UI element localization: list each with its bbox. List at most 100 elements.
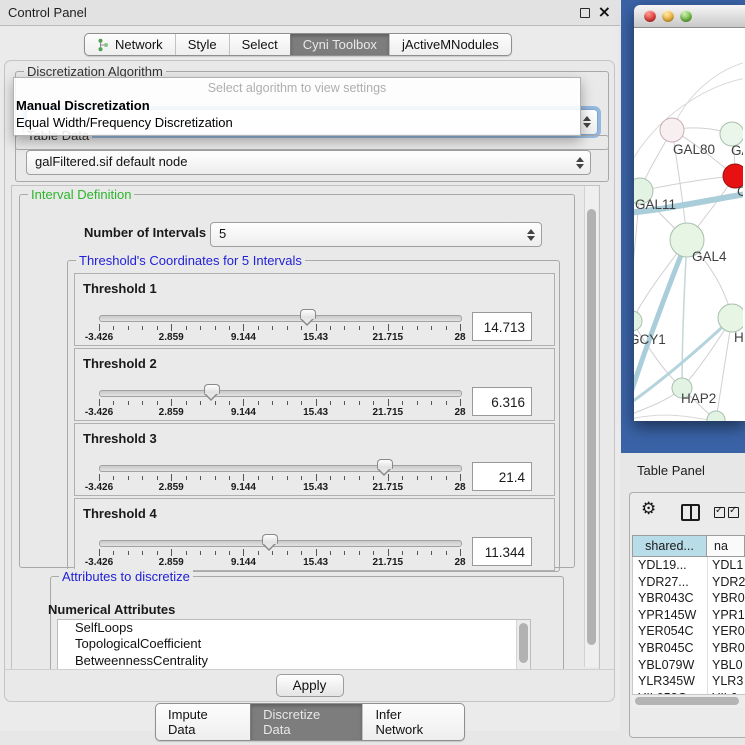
threshold-value-input[interactable]: 6.316 xyxy=(472,387,532,416)
slider-thumb[interactable] xyxy=(204,384,220,394)
group-title: Interval Definition xyxy=(28,187,134,202)
node-label: GCY1 xyxy=(634,332,666,347)
tab-infer-network[interactable]: Infer Network xyxy=(362,704,464,740)
network-edge[interactable] xyxy=(682,240,687,388)
table-row[interactable]: YDL19...YDL1 xyxy=(633,557,745,574)
table-row[interactable]: YBR043CYBR0 xyxy=(633,590,745,607)
network-node[interactable] xyxy=(660,118,684,142)
list-item[interactable]: TopologicalCoefficient xyxy=(58,636,530,652)
vertical-scrollbar[interactable] xyxy=(584,186,598,667)
tab-cyni-toolbox[interactable]: Cyni Toolbox xyxy=(290,34,389,55)
network-node[interactable] xyxy=(707,411,725,421)
table-row[interactable]: YBL079WYBL0 xyxy=(633,657,745,674)
checkbox-checked-icon[interactable] xyxy=(728,507,739,518)
scrollbar-thumb[interactable] xyxy=(635,697,739,705)
threshold-box: Threshold 3 -3.4262.8599.14415.4321.7152… xyxy=(74,423,555,496)
tab-impute-data[interactable]: Impute Data xyxy=(156,704,250,740)
network-node[interactable] xyxy=(718,304,743,332)
threshold-slider[interactable]: -3.4262.8599.14415.4321.71528 xyxy=(99,424,461,495)
scrollbar-thumb[interactable] xyxy=(587,209,596,645)
column-view-icon[interactable] xyxy=(681,504,700,521)
tab-network[interactable]: Network xyxy=(85,34,175,55)
slider-track[interactable] xyxy=(99,390,462,397)
threshold-value-input[interactable]: 21.4 xyxy=(472,462,532,491)
dropdown-option-equal-width-frequency[interactable]: Equal Width/Frequency Discretization xyxy=(16,115,233,130)
tab-style[interactable]: Style xyxy=(175,34,229,55)
slider-tick-labels: -3.4262.8599.14415.4321.71528 xyxy=(99,407,461,419)
close-icon[interactable]: × xyxy=(598,2,611,21)
combo-stepper-icon xyxy=(576,157,584,169)
slider-track[interactable] xyxy=(99,315,462,322)
tab-jactivemnodules[interactable]: jActiveMNodules xyxy=(389,34,511,55)
slider-ticks xyxy=(99,324,461,332)
tab-discretize-data[interactable]: Discretize Data xyxy=(250,704,362,740)
table-row[interactable]: YPR145WYPR1 xyxy=(633,607,745,624)
slider-tick-labels: -3.4262.8599.14415.4321.71528 xyxy=(99,482,461,494)
threshold-value-input[interactable]: 14.713 xyxy=(472,312,532,341)
threshold-box: Threshold 1 -3.4262.8599.14415.4321.7152… xyxy=(74,273,555,346)
node-label: HAP2 xyxy=(681,391,716,406)
apply-button[interactable]: Apply xyxy=(276,674,344,697)
tab-label: jActiveMNodules xyxy=(402,37,499,52)
horizontal-scrollbar[interactable] xyxy=(632,694,745,708)
table-row[interactable]: YDR27...YDR2 xyxy=(633,574,745,591)
settings-scroll-viewport: Interval Definition Number of Intervals … xyxy=(11,185,600,670)
slider-thumb[interactable] xyxy=(300,309,316,319)
list-item[interactable]: SelfLoops xyxy=(58,620,530,636)
interval-definition-group: Interval Definition Number of Intervals … xyxy=(19,194,575,568)
column-divider xyxy=(707,557,708,694)
table-header-name[interactable]: na xyxy=(706,535,745,557)
numerical-attributes-label: Numerical Attributes xyxy=(48,602,175,617)
screen: Control Panel × Network Style Select Cyni T… xyxy=(0,0,745,745)
minimize-traffic-light-icon[interactable] xyxy=(662,10,674,22)
tab-label: Network xyxy=(115,37,163,52)
list-scrollbar[interactable] xyxy=(516,620,530,670)
float-window-icon[interactable] xyxy=(580,8,590,18)
bottom-tab-bar: Impute Data Discretize DataInfer Network xyxy=(155,703,465,741)
close-traffic-light-icon[interactable] xyxy=(644,10,656,22)
table-row[interactable]: YBR045CYBR0 xyxy=(633,640,745,657)
node-label: GAL11 xyxy=(635,197,676,212)
threshold-slider[interactable]: -3.4262.8599.14415.4321.71528 xyxy=(99,349,461,420)
tab-select[interactable]: Select xyxy=(229,34,290,55)
table-header-shared[interactable]: shared... xyxy=(632,535,707,557)
slider-thumb[interactable] xyxy=(262,534,278,544)
network-canvas[interactable]: GAL80GACGAL11GAL4GCY1HHAP2 xyxy=(634,28,745,421)
node-label: GAL4 xyxy=(692,249,727,264)
network-edge[interactable] xyxy=(640,176,735,191)
threshold-slider[interactable]: -3.4262.8599.14415.4321.71528 xyxy=(99,274,461,345)
list-item[interactable]: BetweennessCentrality xyxy=(58,653,530,669)
slider-ticks xyxy=(99,474,461,482)
network-node[interactable] xyxy=(634,311,642,331)
checkbox-checked-icon[interactable] xyxy=(714,507,725,518)
threshold-box: Threshold 2 -3.4262.8599.14415.4321.7152… xyxy=(74,348,555,421)
network-edge[interactable] xyxy=(716,318,732,420)
network-edge[interactable] xyxy=(672,62,743,130)
table-row[interactable]: YER054CYER0 xyxy=(633,623,745,640)
algorithm-dropdown-popup: Select algorithm to view settings Manual… xyxy=(13,77,581,136)
slider-thumb[interactable] xyxy=(377,459,393,469)
tab-label: Style xyxy=(188,37,217,52)
table-data-combobox[interactable]: galFiltered.sif default node xyxy=(26,150,591,175)
thresholds-group: Threshold's Coordinates for 5 Intervals … xyxy=(67,260,560,572)
combo-stepper-icon xyxy=(527,229,535,241)
slider-ticks xyxy=(99,549,461,557)
gear-icon[interactable]: ⚙ xyxy=(641,499,656,519)
threshold-value-input[interactable]: 11.344 xyxy=(472,537,532,566)
table-data-value: galFiltered.sif default node xyxy=(35,154,187,169)
slider-ticks xyxy=(99,399,461,407)
slider-track[interactable] xyxy=(99,465,462,472)
network-edge[interactable] xyxy=(634,415,716,420)
node-label: C xyxy=(737,184,743,199)
slider-tick-labels: -3.4262.8599.14415.4321.71528 xyxy=(99,332,461,344)
dropdown-option-manual-discretization[interactable]: Manual Discretization xyxy=(16,98,150,113)
table-row[interactable]: YLR345WYLR3 xyxy=(633,673,745,690)
tab-label: Select xyxy=(242,37,278,52)
zoom-traffic-light-icon[interactable] xyxy=(680,10,692,22)
node-label: GA xyxy=(731,143,743,158)
threshold-slider[interactable]: -3.4262.8599.14415.4321.71528 xyxy=(99,499,461,570)
number-of-intervals-combobox[interactable]: 5 xyxy=(210,222,542,247)
control-panel-titlebar: Control Panel × xyxy=(0,0,620,26)
tab-label: Impute Data xyxy=(168,707,238,737)
slider-track[interactable] xyxy=(99,540,462,547)
